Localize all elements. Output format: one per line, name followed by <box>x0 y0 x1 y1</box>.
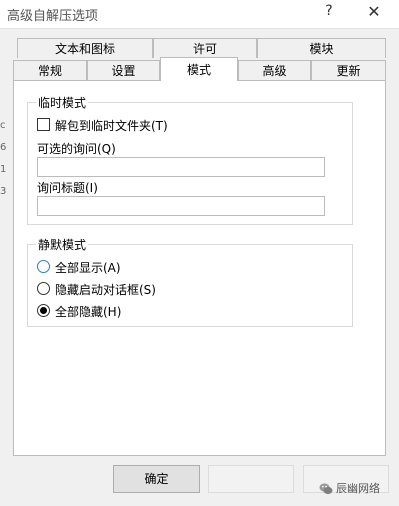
tab-modes[interactable]: 模式 <box>160 57 238 81</box>
optional-question-input[interactable] <box>37 157 325 177</box>
unpack-to-temp-label[interactable]: 解包到临时文件夹(T) <box>55 117 168 134</box>
question-title-input[interactable] <box>37 196 325 216</box>
show-all-label[interactable]: 全部显示(A) <box>55 259 121 276</box>
tab-advanced[interactable]: 高级 <box>238 60 311 80</box>
background-edge-text: c 6 1 3 <box>0 115 6 203</box>
help-button[interactable]: ? <box>318 3 340 25</box>
cancel-button[interactable] <box>208 465 294 493</box>
hide-all-label[interactable]: 全部隐藏(H) <box>55 303 121 320</box>
temp-mode-title: 临时模式 <box>36 94 89 111</box>
tab-license[interactable]: 许可 <box>153 38 257 58</box>
question-title-label: 询问标题(I) <box>37 181 98 195</box>
tab-text-and-icon[interactable]: 文本和图标 <box>17 38 153 58</box>
show-all-radio[interactable] <box>37 260 50 273</box>
unpack-to-temp-checkbox[interactable] <box>37 118 50 131</box>
edge-mark: 3 <box>0 186 7 197</box>
title-bar: 高级自解压选项 ? ✕ <box>0 0 399 29</box>
edge-mark: 6 <box>0 142 7 153</box>
optional-question-label: 可选的询问(Q) <box>37 142 116 156</box>
hide-start-dialog-label[interactable]: 隐藏启动对话框(S) <box>55 281 156 298</box>
ok-button[interactable]: 确定 <box>113 465 200 493</box>
tab-setup[interactable]: 设置 <box>87 60 160 80</box>
hide-all-radio[interactable] <box>37 304 50 317</box>
wechat-icon <box>319 483 333 495</box>
edge-mark: 1 <box>0 164 7 175</box>
edge-mark: c <box>0 120 6 131</box>
hide-start-dialog-radio[interactable] <box>37 282 50 295</box>
silent-mode-title: 静默模式 <box>36 236 89 253</box>
silent-mode-group: 静默模式 全部显示(A) 隐藏启动对话框(S) 全部隐藏(H) <box>27 236 353 327</box>
watermark: 辰幽网络 <box>319 480 380 496</box>
tab-general[interactable]: 常规 <box>13 60 87 80</box>
tab-modules[interactable]: 模块 <box>257 38 386 58</box>
window-title: 高级自解压选项 <box>7 9 99 24</box>
close-button[interactable]: ✕ <box>362 2 386 26</box>
temp-mode-group: 临时模式 解包到临时文件夹(T) 可选的询问(Q) 询问标题(I) <box>27 94 353 225</box>
watermark-text: 辰幽网络 <box>336 482 380 495</box>
modes-panel: 临时模式 解包到临时文件夹(T) 可选的询问(Q) 询问标题(I) 静默模式 全… <box>13 80 386 456</box>
tab-update[interactable]: 更新 <box>311 60 386 80</box>
